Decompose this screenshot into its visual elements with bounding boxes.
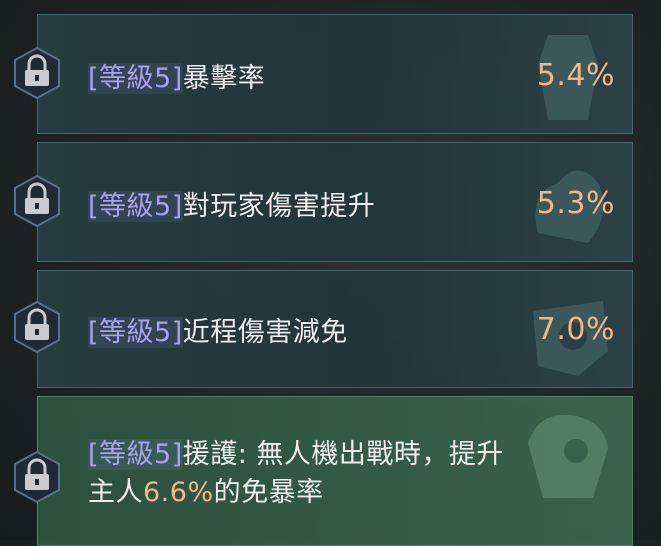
padlock-icon <box>12 174 62 228</box>
special-text-a: 援護: 無人機出戰時，提升 <box>182 439 504 470</box>
perk-value: 7.0% <box>536 312 615 347</box>
padlock-icon <box>12 46 62 100</box>
perk-name: 近程傷害減免 <box>182 317 348 348</box>
level-tag: [等級5] <box>88 63 183 94</box>
perk-name: 暴擊率 <box>182 63 266 94</box>
special-text-c: 的免暴率 <box>213 477 324 508</box>
special-highlight-value: 6.6% <box>143 477 214 508</box>
level-tag: [等級5] <box>88 317 183 348</box>
perk-list: [等級5]暴擊率 5.4% [等級5]對玩家傷害提升 5.3% [等級5]近程傷… <box>0 0 661 546</box>
perk-value: 5.3% <box>536 186 615 221</box>
perk-name: 對玩家傷害提升 <box>182 191 376 222</box>
perk-value: 5.4% <box>536 58 615 93</box>
level-tag: [等級5] <box>88 191 183 222</box>
special-text-b: 主人 <box>88 477 143 508</box>
padlock-icon <box>12 300 62 354</box>
padlock-icon <box>12 450 62 504</box>
level-tag: [等級5] <box>88 439 183 470</box>
perk-label: [等級5]近程傷害減免 <box>88 310 348 349</box>
perk-label: [等級5]暴擊率 <box>88 56 265 95</box>
perk-label: [等級5]對玩家傷害提升 <box>88 184 375 223</box>
special-perk-description: [等級5]援護: 無人機出戰時，提升主人6.6%的免暴率 <box>88 436 588 512</box>
